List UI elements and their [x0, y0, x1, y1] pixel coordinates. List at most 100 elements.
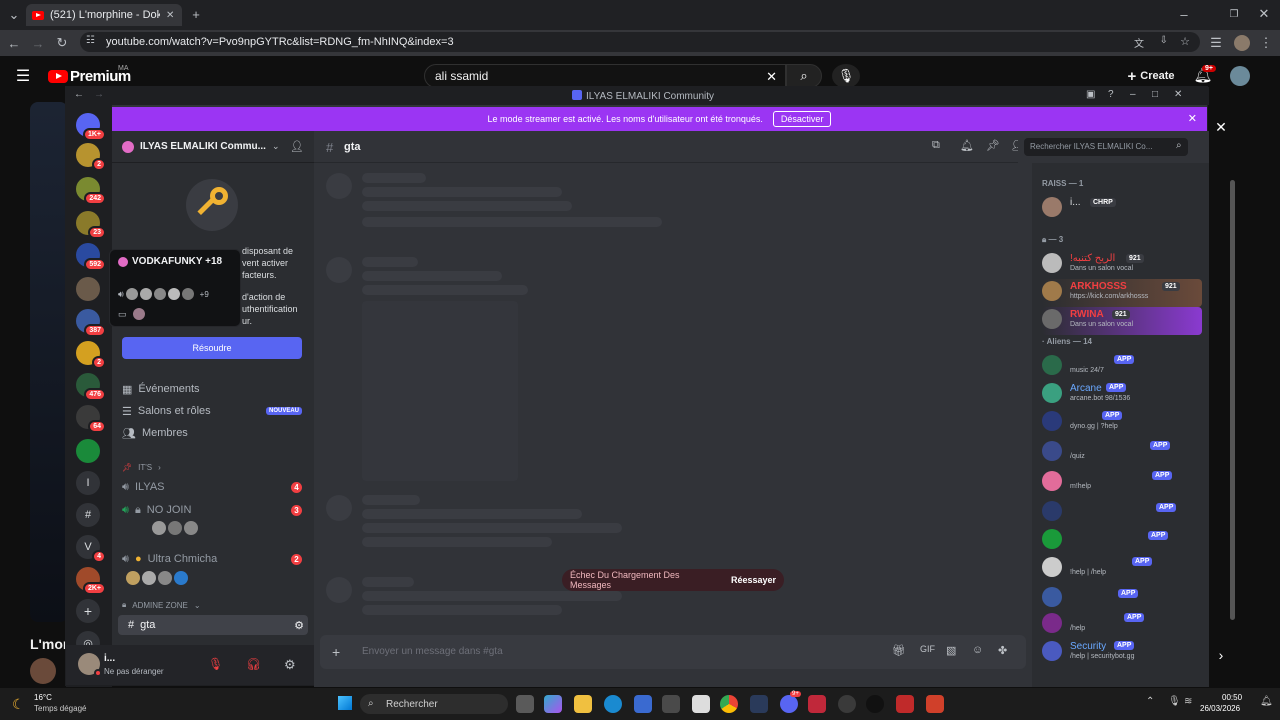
member-row[interactable]: /help APP	[1042, 611, 1202, 639]
reload-icon[interactable]: ↻	[54, 35, 70, 51]
server-icon-2[interactable]: 242	[76, 177, 106, 205]
server-icon-7[interactable]: 2	[76, 341, 106, 369]
hamburger-menu-icon[interactable]: ☰	[14, 68, 32, 85]
clock-date[interactable]: 26/03/2026	[1200, 704, 1240, 713]
discord-back-icon[interactable]: ←	[74, 89, 84, 100]
tray-chevron-icon[interactable]: ⌃	[1146, 696, 1154, 707]
task-view-icon[interactable]	[516, 695, 534, 713]
site-info-icon[interactable]: ☷	[86, 35, 95, 46]
page-scrollbar[interactable]	[1230, 180, 1235, 620]
member-row[interactable]: m!help APP	[1042, 469, 1202, 497]
install-icon[interactable]: ⇩	[1160, 35, 1168, 46]
weather-icon[interactable]: ☾	[12, 696, 25, 713]
new-tab-icon[interactable]: +	[188, 6, 204, 22]
minimize-icon[interactable]: –	[1176, 6, 1192, 22]
pinned-icon[interactable]: 📌︎	[986, 139, 1000, 152]
emoji-icon[interactable]: ☺	[972, 644, 983, 656]
voice-channel-ilyas[interactable]: 🔊︎ ILYAS 4	[112, 477, 312, 497]
server-icon-14[interactable]: 2K+	[76, 567, 106, 595]
attach-plus-icon[interactable]: +	[332, 644, 340, 660]
deafened-icon[interactable]: 🎧︎	[246, 657, 261, 671]
search-icon[interactable]: ⌕	[786, 64, 822, 88]
help-icon[interactable]: ?	[1108, 89, 1114, 100]
notification-bell-icon[interactable]: 🔔︎	[960, 139, 974, 152]
discord-forward-icon[interactable]: →	[94, 89, 104, 100]
close-miniplayer-icon[interactable]: ✕	[1212, 118, 1230, 136]
clear-search-icon[interactable]: ✕	[766, 69, 777, 85]
gif-icon[interactable]: GIF	[920, 644, 935, 654]
reading-list-icon[interactable]: ☰	[1208, 35, 1224, 51]
member-row[interactable]: !الريح كتنبه Dans un salon vocal 921	[1042, 251, 1202, 279]
members-link[interactable]: 👥︎ Membres	[112, 423, 312, 443]
discord-close-icon[interactable]: ✕	[1174, 89, 1182, 100]
create-button[interactable]: + Create	[1120, 64, 1182, 88]
server-icon-letter-v[interactable]: V4	[76, 535, 106, 563]
server-header[interactable]: ILYAS ELMALIKI Commu... ⌄ 👤︎	[112, 131, 314, 163]
channel-settings-icon[interactable]: ⚙	[294, 619, 304, 632]
tray-mic-icon[interactable]: 🎙︎	[1168, 696, 1181, 707]
back-icon[interactable]: ←	[6, 35, 22, 51]
home-dm-icon[interactable]: 1K+	[76, 113, 106, 141]
translate-icon[interactable]: 文	[1134, 35, 1144, 50]
edge-icon[interactable]	[604, 695, 622, 713]
add-server-icon[interactable]: +	[76, 599, 100, 623]
gift-icon[interactable]: 🎁︎	[892, 644, 906, 657]
server-icon-hash[interactable]: #	[76, 503, 100, 527]
member-row[interactable]: APP	[1042, 527, 1202, 555]
mic-muted-icon[interactable]: 🎙︎	[208, 657, 223, 671]
server-icon-5[interactable]	[76, 277, 100, 301]
search-icon[interactable]: ⌕	[1176, 140, 1182, 151]
apps-icon[interactable]: ✤	[998, 644, 1007, 657]
member-row[interactable]: RWINA Dans un salon vocal 921	[1042, 307, 1202, 335]
address-bar[interactable]: ☷ youtube.com/watch?v=Pvo9npGYTRc&list=R…	[80, 32, 1200, 52]
voice-search-icon[interactable]: 🎙︎	[832, 64, 860, 88]
outlook-icon[interactable]	[634, 695, 652, 713]
restore-icon[interactable]: ❐	[1226, 6, 1242, 22]
member-search-input[interactable]: Rechercher ILYAS ELMALIKI Co...	[1024, 138, 1188, 156]
inbox-icon[interactable]: ▣	[1086, 89, 1095, 100]
member-row[interactable]: !help | /help APP	[1042, 555, 1202, 583]
member-row[interactable]: ARKHOSSS https://kick.com/arkhosss 921	[1042, 279, 1202, 307]
sticker-icon[interactable]: ▧	[946, 644, 956, 657]
channels-roles-link[interactable]: ☰ Salons et rôles NOUVEAU	[112, 401, 312, 421]
gamepad-icon[interactable]	[750, 695, 768, 713]
capture-icon[interactable]	[692, 695, 710, 713]
menu-icon[interactable]: ⋮	[1258, 35, 1274, 51]
file-explorer-icon[interactable]	[574, 695, 592, 713]
server-icon-letter-i[interactable]: I	[76, 471, 100, 495]
server-icon-6[interactable]: 387	[76, 309, 106, 337]
discord-taskbar-icon[interactable]: 9+	[780, 691, 801, 713]
app-icon-2[interactable]	[896, 695, 914, 713]
taskbar-search[interactable]: ⌕ Rechercher	[360, 694, 508, 714]
server-icon-1[interactable]: 2	[76, 143, 106, 171]
discord-minimize-icon[interactable]: –	[1130, 89, 1136, 100]
app-icon-3[interactable]	[926, 695, 944, 713]
server-icon-9[interactable]: 64	[76, 405, 106, 433]
steam-icon[interactable]	[866, 695, 884, 713]
forward-icon[interactable]: →	[30, 35, 46, 51]
member-row[interactable]: Security/help | securitybot.gg APP	[1042, 639, 1202, 667]
invite-icon[interactable]: 👤︎	[290, 140, 304, 153]
member-row[interactable]: APP	[1042, 499, 1202, 527]
user-settings-icon[interactable]: ⚙	[284, 657, 296, 673]
threads-icon[interactable]: ⧉	[932, 139, 940, 152]
clock-time[interactable]: 00:50	[1222, 693, 1242, 702]
discord-maximize-icon[interactable]: □	[1152, 89, 1158, 100]
text-channel-gta[interactable]: # gta ⚙	[118, 615, 308, 635]
start-icon[interactable]	[338, 696, 352, 710]
account-avatar[interactable]	[1230, 66, 1250, 86]
server-icon-8[interactable]: 476	[76, 373, 106, 401]
channel-avatar[interactable]	[30, 658, 56, 684]
voice-channel-ultra[interactable]: 🔊︎ ● Ultra Chmicha 2	[112, 549, 312, 569]
chrome-icon[interactable]	[720, 695, 738, 713]
disable-streamer-button[interactable]: Désactiver	[772, 111, 832, 127]
category-its[interactable]: 📌︎ IT'S ›	[112, 457, 312, 477]
retry-button[interactable]: Réessayer	[731, 575, 776, 585]
server-icon-3[interactable]: 23	[76, 211, 106, 239]
app-icon[interactable]	[838, 695, 856, 713]
member-row[interactable]: Arcane arcane.bot 98/1536 APP	[1042, 381, 1202, 409]
close-tab-icon[interactable]: ✕	[166, 10, 174, 21]
adobe-icon[interactable]	[808, 695, 826, 713]
browser-tab[interactable]: (521) L'morphine - Dokhane ✕	[26, 4, 182, 26]
wifi-icon[interactable]: ≋	[1184, 696, 1192, 707]
